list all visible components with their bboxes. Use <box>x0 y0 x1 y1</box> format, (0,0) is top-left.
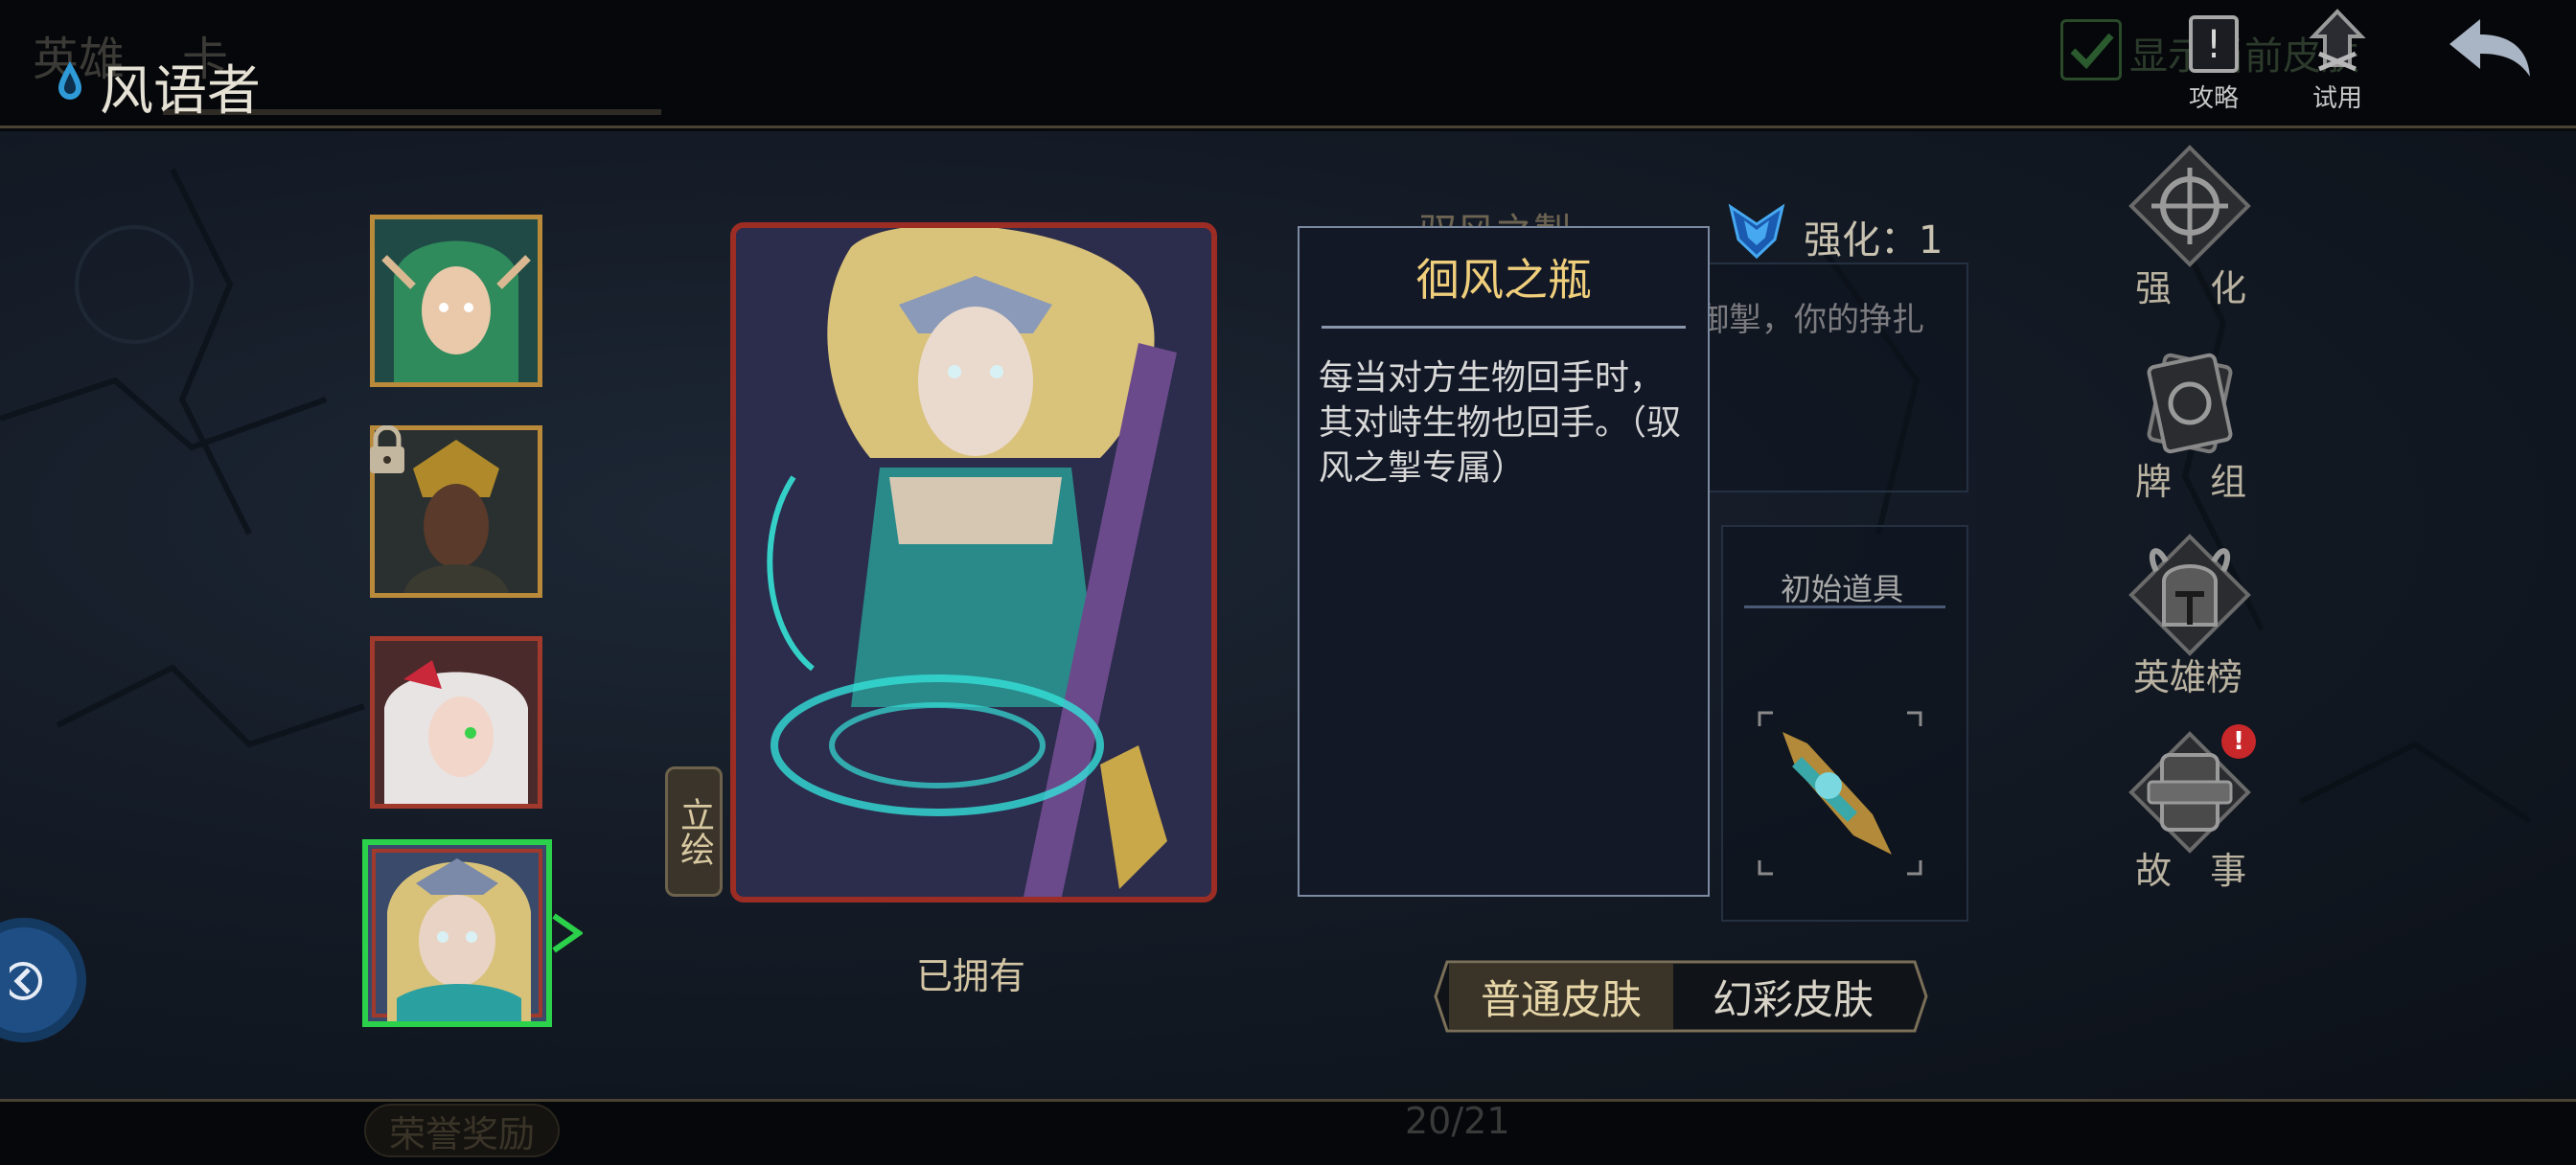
skin-tab-bar: 普通皮肤 幻彩皮肤 <box>1432 958 1930 1035</box>
lock-icon <box>370 425 404 473</box>
guide-button[interactable]: ! 攻略 <box>2175 11 2252 113</box>
hero-portrait-art <box>375 641 538 804</box>
hero-title: 风语者 <box>100 60 261 123</box>
ability-desc: 御掣，你的挣扎 <box>1696 301 1924 339</box>
enhance-level-icon <box>1728 203 1785 260</box>
check-icon <box>2070 33 2114 70</box>
hero-portrait-3[interactable] <box>370 636 542 809</box>
owned-label: 已拥有 <box>916 955 1026 997</box>
hero-card-art <box>730 222 1217 902</box>
enhance-level-label: 强化：1 <box>1804 218 1944 263</box>
trial-button[interactable]: 试用 <box>2294 8 2380 113</box>
back-arrow-icon[interactable] <box>2446 15 2534 82</box>
svg-text:!: ! <box>2206 23 2221 67</box>
tooltip-divider <box>1322 326 1686 329</box>
bottle-icon <box>1758 711 1922 876</box>
hero-illustration <box>736 228 1211 897</box>
starting-item-label: 初始道具 <box>1781 571 1904 607</box>
leaderboard-menu-label: 英雄榜 <box>2133 656 2243 698</box>
art-tab[interactable]: 立绘 <box>665 766 723 897</box>
deck-button[interactable] <box>2128 341 2252 466</box>
hero-portrait-art <box>368 845 546 1021</box>
water-drop-icon <box>58 61 81 100</box>
page-counter: 20/21 <box>1405 1100 1510 1142</box>
starting-item-slot[interactable] <box>1758 711 1922 876</box>
starting-item-divider <box>1744 605 1945 608</box>
show-skin-checkbox[interactable] <box>2060 19 2122 80</box>
hero-portrait-4-selected[interactable] <box>362 839 552 1027</box>
selected-arrow-icon <box>552 913 583 953</box>
guide-icon: ! <box>2189 15 2239 73</box>
hero-portrait-art <box>375 219 538 382</box>
enhance-menu-label: 强 化 <box>2135 267 2261 309</box>
leaderboard-button[interactable] <box>2128 533 2252 657</box>
item-tooltip: 徊风之瓶 每当对方生物回手时，其对峙生物也回手。（驭风之掣专属） <box>1298 226 1710 897</box>
honor-rewards-button[interactable]: 荣誉奖励 <box>364 1104 561 1157</box>
deck-cards-icon <box>2147 353 2233 454</box>
rainbow-skin-tab[interactable]: 幻彩皮肤 <box>1679 964 1907 1029</box>
enhance-icon <box>2128 145 2251 267</box>
trial-label: 试用 <box>2312 84 2362 113</box>
deck-menu-label: 牌 组 <box>2135 461 2261 503</box>
tooltip-title: 徊风之瓶 <box>1415 254 1592 306</box>
tooltip-description: 每当对方生物回手时，其对峙生物也回手。（驭风之掣专属） <box>1319 358 1682 488</box>
hero-portrait-1[interactable] <box>370 215 542 387</box>
story-alert-badge: ! <box>2221 724 2256 759</box>
story-menu-label: 故 事 <box>2135 850 2261 892</box>
trial-icon <box>2309 9 2366 72</box>
chevron-left-icon <box>10 962 42 1000</box>
helmet-icon <box>2128 534 2251 656</box>
guide-label: 攻略 <box>2188 84 2239 113</box>
normal-skin-tab[interactable]: 普通皮肤 <box>1449 964 1673 1029</box>
